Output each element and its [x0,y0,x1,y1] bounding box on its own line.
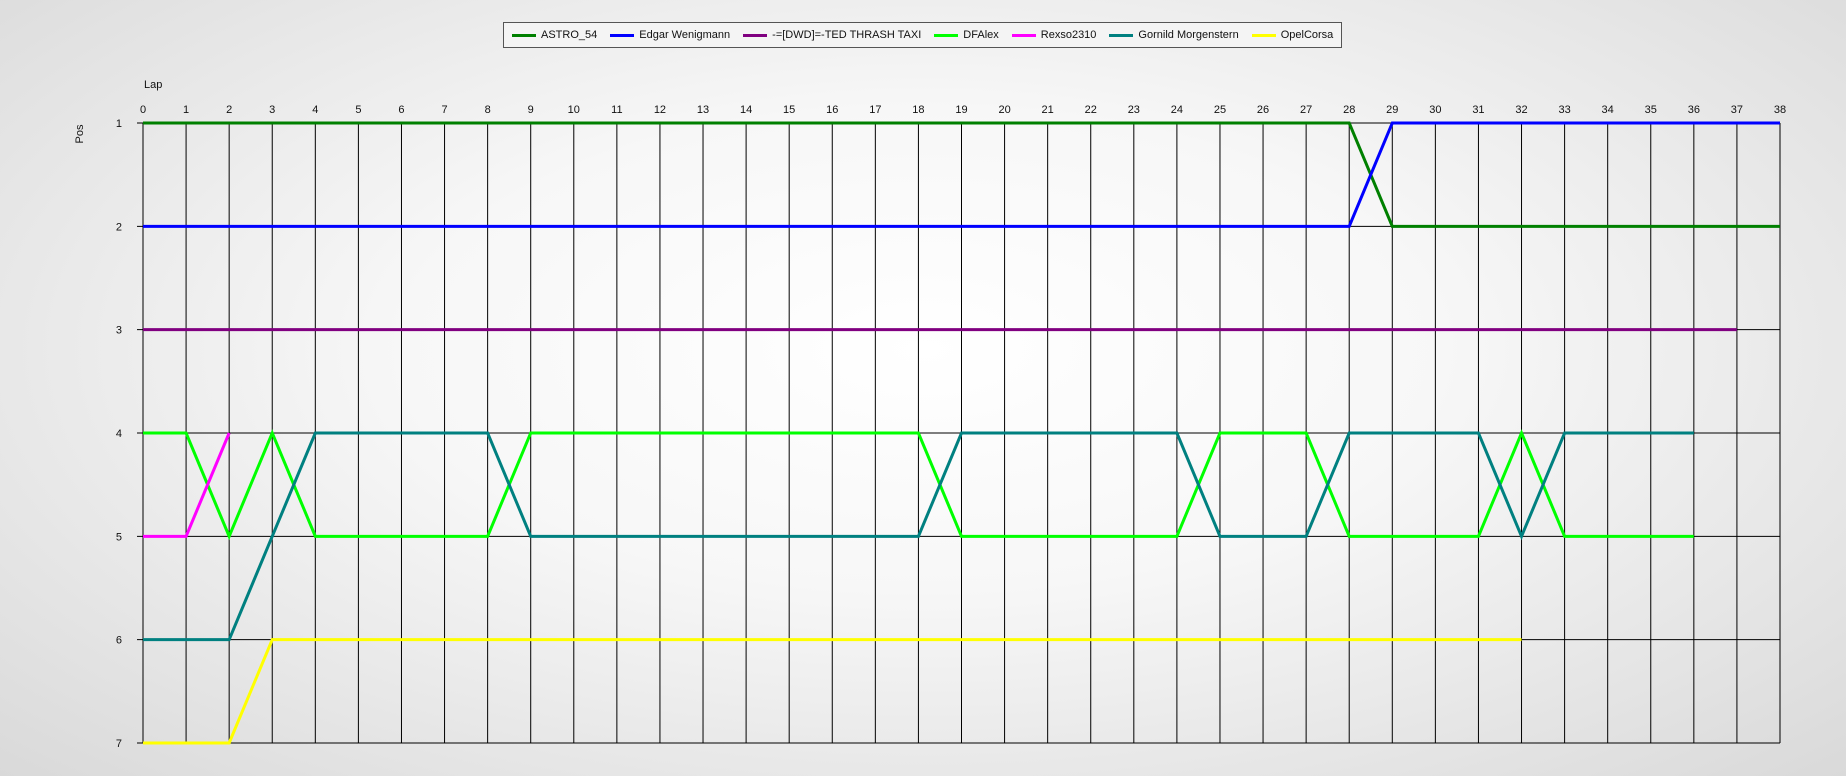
x-tick-label: 25 [1214,104,1226,116]
x-tick-label: 14 [740,104,752,116]
x-tick-label: 26 [1257,104,1269,116]
x-tick-label: 36 [1688,104,1700,116]
x-tick-label: 11 [611,104,622,116]
x-tick-label: 0 [140,104,146,116]
x-tick-label: 35 [1645,104,1657,116]
x-tick-label: 27 [1300,104,1312,116]
x-tick-label: 38 [1774,104,1786,116]
x-tick-label: 17 [869,104,881,116]
x-tick-label: 37 [1731,104,1743,116]
x-tick-label: 8 [485,104,491,116]
x-tick-label: 31 [1472,104,1484,116]
y-tick-label: 6 [116,635,122,647]
x-tick-label: 18 [912,104,924,116]
y-tick-label: 3 [116,325,122,337]
x-tick-label: 6 [398,104,404,116]
x-tick-label: 32 [1515,104,1527,116]
x-tick-label: 1 [183,104,189,116]
x-tick-label: 30 [1429,104,1441,116]
x-tick-label: 3 [269,104,275,116]
x-axis-label: Lap [144,79,162,91]
x-tick-label: 24 [1171,104,1183,116]
x-tick-label: 7 [441,104,447,116]
y-tick-label: 1 [116,118,122,130]
x-tick-label: 13 [697,104,709,116]
y-tick-label: 4 [116,428,122,440]
x-tick-label: 28 [1343,104,1355,116]
x-tick-label: 2 [226,104,232,116]
x-tick-label: 33 [1558,104,1570,116]
x-tick-label: 34 [1602,104,1614,116]
x-tick-label: 5 [355,104,361,116]
y-tick-labels: 1 2 3 4 5 6 7 [116,118,122,750]
x-tick-label: 16 [826,104,838,116]
x-tick-labels: 0 1 2 3 4 5 6 7 8 9 10 11 12 13 14 15 16 17 18 19 20 21 22 23 24… [140,104,1786,116]
y-axis-label: Pos [74,124,86,143]
y-tick-label: 7 [116,738,122,750]
x-tick-label: 22 [1085,104,1097,116]
x-tick-label: 10 [568,104,580,116]
y-tick-label: 2 [116,221,122,233]
x-tick-label: 12 [654,104,666,116]
position-chart: 0 1 2 3 4 5 6 7 8 9 10 11 12 13 14 15 16 17 18 19 20 21 22 23 24… [74,79,1786,750]
x-tick-label: 21 [1042,104,1054,116]
x-tick-label: 23 [1128,104,1140,116]
x-tick-label: 4 [312,104,318,116]
x-tick-label: 19 [955,104,967,116]
y-tick-label: 5 [116,531,122,543]
x-tick-label: 20 [998,104,1010,116]
x-tick-label: 29 [1386,104,1398,116]
x-tick-label: 15 [783,104,795,116]
x-tick-label: 9 [528,104,534,116]
